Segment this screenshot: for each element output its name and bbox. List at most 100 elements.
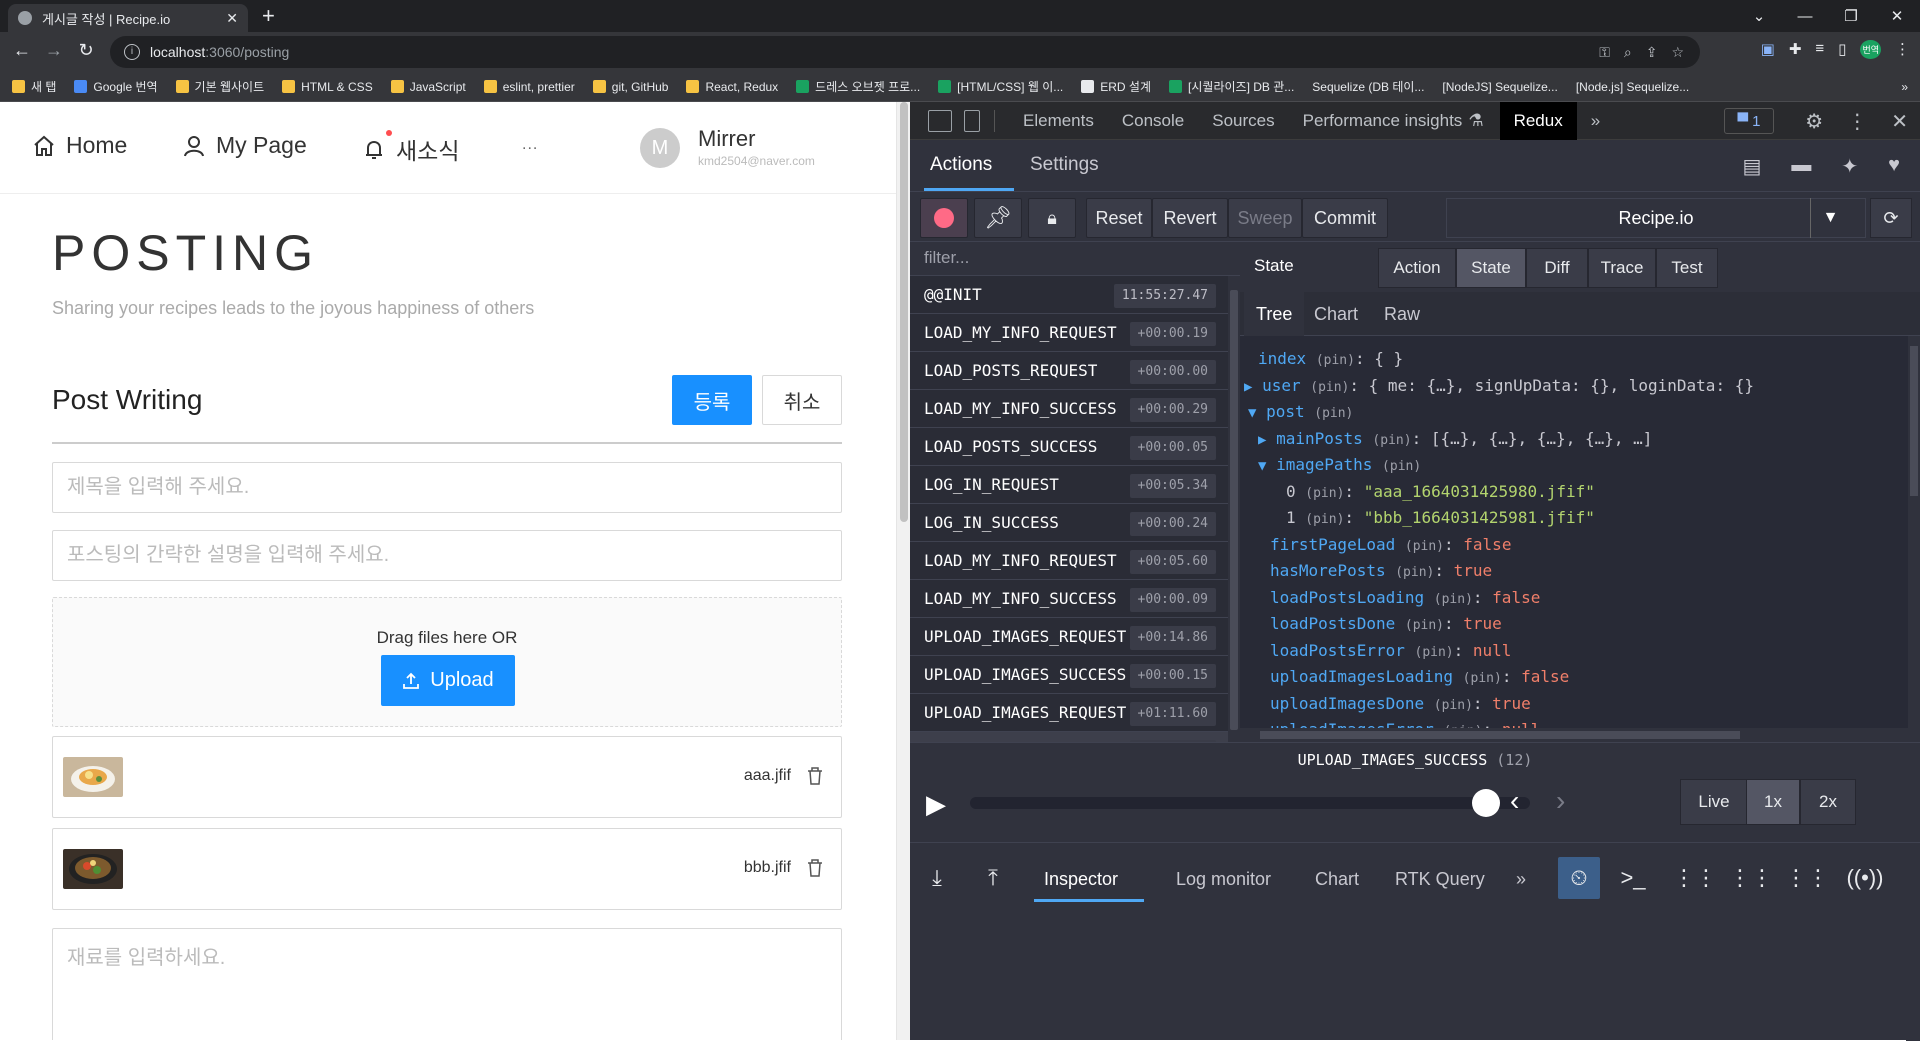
scrollbar-thumb[interactable]	[1230, 290, 1238, 730]
action-row[interactable]: UPLOAD_IMAGES_REQUEST +01:11.60	[910, 694, 1228, 732]
tab-tree[interactable]: Tree	[1244, 292, 1305, 336]
expanded-arrow-icon[interactable]: ▼	[1258, 458, 1266, 474]
bookmark-item[interactable]: ERD 설계	[1081, 78, 1151, 95]
address-bar[interactable]: i localhost:3060/posting ⚿ ⌕ ⇪ ☆	[110, 36, 1700, 68]
tab-chart-monitor[interactable]: Chart	[1315, 869, 1359, 890]
commit-button[interactable]: Commit	[1302, 198, 1388, 238]
twitter-icon[interactable]: ✦	[1841, 154, 1858, 179]
tree-node[interactable]: index (pin): { }	[1258, 346, 1403, 372]
chevron-down-icon[interactable]: ▼	[1810, 198, 1850, 238]
tab-test[interactable]: Test	[1656, 248, 1718, 288]
page-scrollbar[interactable]	[896, 102, 910, 1040]
pin-label[interactable]: (pin)	[1463, 671, 1502, 686]
upload-button[interactable]: Upload	[381, 655, 515, 706]
export-icon[interactable]: ⤒	[972, 857, 1014, 899]
action-list-scrollbar[interactable]	[1228, 276, 1240, 742]
more-tabs-icon[interactable]: »	[1577, 102, 1614, 140]
slider-handle[interactable]	[1472, 789, 1500, 817]
step-forward-icon[interactable]: ›	[1556, 785, 1565, 817]
scrollbar-thumb[interactable]	[900, 102, 908, 522]
action-row[interactable]: UPLOAD_IMAGES_REQUEST +00:14.86	[910, 618, 1228, 656]
pin-label[interactable]: (pin)	[1310, 380, 1349, 395]
close-window-icon[interactable]: ✕	[1874, 0, 1920, 32]
speed-2x[interactable]: 2x	[1800, 779, 1856, 825]
pin-label[interactable]: (pin)	[1405, 539, 1444, 554]
settings-gear-icon[interactable]: ⚙	[1805, 109, 1823, 134]
bookmark-item[interactable]: ⁑[NodeJS] Sequelize...	[0, 80, 1558, 180]
tree-vertical-scrollbar[interactable]	[1908, 336, 1920, 728]
book-icon[interactable]: ▤	[1742, 154, 1761, 179]
revert-button[interactable]: Revert	[1152, 198, 1228, 238]
pin-label[interactable]: (pin)	[1395, 565, 1434, 580]
more-menu[interactable]: ...	[522, 136, 538, 154]
speed-live[interactable]: Live	[1680, 779, 1748, 825]
device-toggle-icon[interactable]	[964, 109, 980, 132]
tab-sources[interactable]: Sources	[1198, 102, 1288, 140]
bookmark-item[interactable]: 새 탭	[12, 78, 56, 95]
pin-label[interactable]: (pin)	[1434, 698, 1473, 713]
tab-action[interactable]: Action	[1378, 248, 1456, 288]
action-row[interactable]: LOAD_MY_INFO_REQUEST +00:05.60	[910, 542, 1228, 580]
tree-node[interactable]: ▶ user (pin): { me: {…}, signUpData: {},…	[1244, 373, 1754, 399]
scrollbar-thumb[interactable]	[1260, 731, 1740, 739]
tree-node[interactable]: loadPostsLoading (pin): false	[1270, 585, 1540, 611]
speed-1x[interactable]: 1x	[1746, 779, 1800, 825]
ingredients-input[interactable]	[52, 928, 842, 1040]
sidepanel-icon[interactable]: ▯	[1838, 40, 1846, 59]
cancel-button[interactable]: 취소	[762, 375, 842, 425]
pin-label[interactable]: (pin)	[1314, 406, 1353, 421]
action-row[interactable]: LOG_IN_REQUEST +00:05.34	[910, 466, 1228, 504]
tree-node[interactable]: uploadImagesLoading (pin): false	[1270, 664, 1569, 690]
tree-node[interactable]: ▼ post (pin)	[1248, 399, 1353, 425]
tab-inspector[interactable]: Inspector	[1044, 869, 1118, 890]
bookmark-item[interactable]: ⁑[Node.js] Sequelize...	[0, 80, 1689, 180]
description-input[interactable]	[52, 530, 842, 581]
close-tab-icon[interactable]: ✕	[226, 10, 238, 27]
sync-icon[interactable]: ⟳	[1870, 198, 1912, 238]
bookmark-item[interactable]: 기본 웹사이트	[175, 78, 264, 95]
file-dropzone[interactable]: Drag files here OR Upload	[52, 597, 842, 727]
tab-redux[interactable]: Redux	[1499, 101, 1577, 140]
bookmark-item[interactable]: ⁑Sequelize (DB 테이...	[0, 78, 1424, 179]
more-monitors-icon[interactable]: »	[1516, 869, 1526, 890]
chat-icon[interactable]: ▬	[1791, 154, 1811, 179]
collapsed-arrow-icon[interactable]: ▶	[1244, 379, 1252, 395]
bookmark-item[interactable]: React, Redux	[686, 80, 778, 94]
delete-icon[interactable]	[807, 767, 823, 785]
bookmark-item[interactable]: eslint, prettier	[483, 80, 575, 94]
step-back-icon[interactable]: ‹	[1510, 785, 1519, 817]
zoom-icon[interactable]: ⌕	[1624, 44, 1632, 61]
tree-node[interactable]: firstPageLoad (pin): false	[1270, 532, 1511, 558]
pin-label[interactable]: (pin)	[1305, 512, 1344, 527]
inspect-element-icon[interactable]	[928, 109, 952, 132]
slider-toggle-icon[interactable]: ⏲	[1558, 857, 1600, 899]
bookmark-item[interactable]: git, GitHub	[592, 80, 668, 94]
pin-button[interactable]: 📌︎	[974, 198, 1022, 238]
nav-mypage[interactable]: My Page	[182, 132, 307, 159]
tree-node[interactable]: 1 (pin): "bbb_1664031425981.jfif"	[1286, 505, 1595, 531]
dock-left-icon[interactable]: ⋮⋮	[1673, 857, 1717, 899]
tree-node[interactable]: ▶ mainPosts (pin): [{…}, {…}, {…}, {…}, …	[1258, 426, 1652, 452]
expanded-arrow-icon[interactable]: ▼	[1248, 405, 1256, 421]
import-icon[interactable]: ⤓	[916, 857, 958, 899]
profile-avatar[interactable]: 번역	[1860, 40, 1881, 59]
action-row[interactable]: LOAD_POSTS_SUCCESS +00:00.05	[910, 428, 1228, 466]
submit-button[interactable]: 등록	[672, 375, 752, 425]
bookmark-item[interactable]: [시퀄라이즈] DB 관...	[1169, 78, 1294, 95]
tab-chart[interactable]: Chart	[1302, 292, 1370, 336]
tab-elements[interactable]: Elements	[1009, 102, 1108, 140]
forward-icon[interactable]: →	[42, 40, 66, 61]
dock-right-icon[interactable]: ⋮⋮	[1729, 857, 1773, 899]
tree-node[interactable]: loadPostsError (pin): null	[1270, 638, 1511, 664]
tree-node[interactable]: ▼ imagePaths (pin)	[1258, 452, 1421, 478]
extensions-icon[interactable]: ✚	[1789, 40, 1802, 59]
pin-label[interactable]: (pin)	[1382, 459, 1421, 474]
lock-button[interactable]: 🔒︎	[1028, 198, 1076, 238]
tab-console[interactable]: Console	[1108, 102, 1198, 140]
tab-search-icon[interactable]: ⌄	[1736, 0, 1782, 32]
title-input[interactable]	[52, 462, 842, 513]
bottom-scrollbar[interactable]	[1906, 843, 1920, 1041]
tab-actions[interactable]: Actions	[930, 154, 992, 176]
record-button[interactable]	[920, 198, 968, 238]
action-row[interactable]: LOAD_POSTS_REQUEST +00:00.00	[910, 352, 1228, 390]
